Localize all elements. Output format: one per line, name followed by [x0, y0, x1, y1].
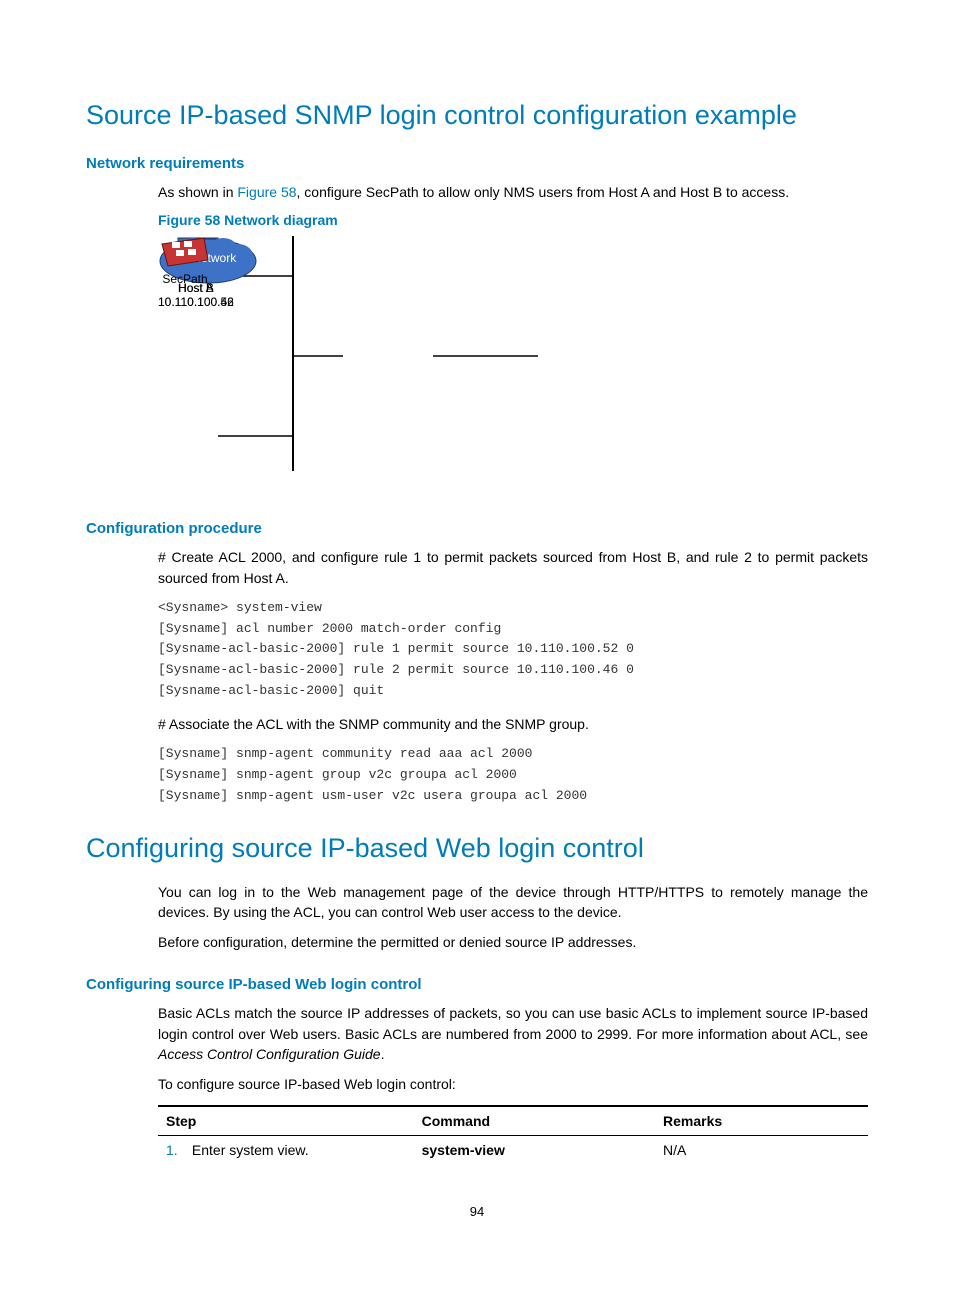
heading-snmp-example: Source IP-based SNMP login control confi…	[86, 100, 868, 131]
figure-link[interactable]: Figure 58	[237, 184, 296, 200]
steps-table: Step Command Remarks 1. Enter system vie…	[158, 1105, 868, 1164]
firewall-icon	[158, 236, 212, 272]
network-requirements-text: As shown in Figure 58, configure SecPath…	[158, 182, 868, 202]
secpath-label: SecPath	[158, 272, 212, 286]
network-diagram: Host A 10.110.100.46 Host B 10.110.100.5…	[158, 236, 678, 496]
heading-web-login-sub: Configuring source IP-based Web login co…	[86, 976, 868, 993]
table-row: 1. Enter system view. system-view N/A	[158, 1135, 868, 1164]
heading-network-requirements: Network requirements	[86, 155, 868, 172]
web-login-p2: Before configuration, determine the perm…	[158, 932, 868, 952]
web-login-p4: To configure source IP-based Web login c…	[158, 1074, 868, 1094]
table-header-row: Step Command Remarks	[158, 1106, 868, 1136]
step-text: Enter system view.	[192, 1142, 309, 1158]
col-step: Step	[158, 1106, 414, 1136]
config-step1-desc: # Create ACL 2000, and configure rule 1 …	[158, 547, 868, 588]
secpath-device: SecPath	[158, 236, 212, 286]
figure-caption: Figure 58 Network diagram	[158, 212, 868, 228]
heading-web-login: Configuring source IP-based Web login co…	[86, 833, 868, 864]
web-login-p3: Basic ACLs match the source IP addresses…	[158, 1003, 868, 1064]
col-command: Command	[414, 1106, 655, 1136]
text: As shown in	[158, 184, 237, 200]
code-block-1: <Sysname> system-view [Sysname] acl numb…	[158, 598, 868, 702]
text: Basic ACLs match the source IP addresses…	[158, 1005, 868, 1041]
text: .	[381, 1046, 385, 1062]
step-command: system-view	[422, 1142, 505, 1158]
host-b-ip: 10.110.100.52	[158, 295, 234, 309]
config-step2-desc: # Associate the ACL with the SNMP commun…	[158, 714, 868, 734]
heading-config-procedure: Configuration procedure	[86, 520, 868, 537]
step-number: 1.	[166, 1142, 188, 1158]
page-number: 94	[86, 1204, 868, 1219]
code-block-2: [Sysname] snmp-agent community read aaa …	[158, 744, 868, 806]
step-remarks: N/A	[655, 1135, 868, 1164]
col-remarks: Remarks	[655, 1106, 868, 1136]
web-login-p1: You can log in to the Web management pag…	[158, 882, 868, 923]
guide-ref: Access Control Configuration Guide	[158, 1046, 381, 1062]
text: , configure SecPath to allow only NMS us…	[297, 184, 790, 200]
